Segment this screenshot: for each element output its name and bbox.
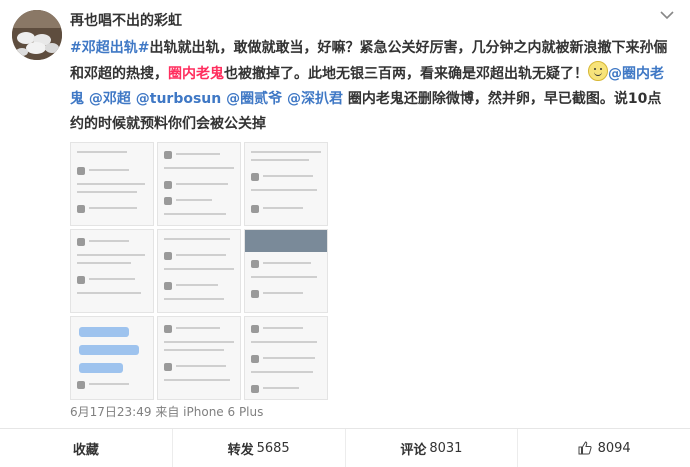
- post-time[interactable]: 6月17日23:49: [70, 405, 152, 419]
- image-gallery[interactable]: [70, 142, 328, 400]
- hashtag-link[interactable]: #邓超出轨#: [70, 40, 149, 56]
- post-text-segment: 也被撤掉了。此地无银三百两，看来确是邓超出轨无疑了！: [224, 66, 588, 82]
- post-source[interactable]: iPhone 6 Plus: [183, 405, 263, 419]
- highlight-link[interactable]: 圈内老鬼: [168, 66, 224, 82]
- favorite-button[interactable]: 收藏: [0, 429, 173, 467]
- comment-label: 评论: [400, 442, 427, 458]
- screenshot-image[interactable]: [157, 229, 241, 313]
- thumbs-up-icon: [578, 441, 592, 455]
- post-text: #邓超出轨#出轨就出轨，敢做就敢当，好嘛？紧急公关好厉害，几分钟之内就被新浪撤下…: [70, 36, 670, 137]
- screenshot-image[interactable]: [157, 142, 241, 226]
- screenshot-image[interactable]: [244, 316, 328, 400]
- like-button[interactable]: 8094: [518, 429, 690, 467]
- comment-button[interactable]: 评论 8031: [346, 429, 519, 467]
- mention-link[interactable]: @邓超: [89, 91, 131, 107]
- like-count: 8094: [597, 440, 631, 456]
- screenshot-image[interactable]: [70, 142, 154, 226]
- screenshot-image[interactable]: [244, 229, 328, 313]
- action-bar: 收藏 转发 5685 评论 8031 8094: [0, 429, 690, 467]
- mention-link[interactable]: @深扒君: [287, 91, 343, 107]
- username[interactable]: 再也唱不出的彩虹: [70, 10, 182, 30]
- screenshot-image[interactable]: [157, 316, 241, 400]
- repost-label: 转发: [227, 442, 254, 458]
- mention-link[interactable]: @turbosun: [136, 91, 221, 107]
- repost-count: 5685: [256, 440, 290, 456]
- smile-emoji-icon: [588, 61, 608, 81]
- screenshot-image[interactable]: [244, 142, 328, 226]
- repost-button[interactable]: 转发 5685: [173, 429, 346, 467]
- chevron-down-icon[interactable]: [660, 8, 674, 24]
- favorite-label: 收藏: [72, 442, 99, 458]
- mention-link[interactable]: @圈贰爷: [226, 91, 282, 107]
- screenshot-image[interactable]: [70, 229, 154, 313]
- weibo-post-card: 再也唱不出的彩虹 #邓超出轨#出轨就出轨，敢做就敢当，好嘛？紧急公关好厉害，几分…: [0, 0, 690, 467]
- avatar[interactable]: [12, 10, 62, 60]
- screenshot-image[interactable]: [70, 316, 154, 400]
- post-meta: 6月17日23:49 来自 iPhone 6 Plus: [70, 403, 263, 420]
- comment-count: 8031: [429, 440, 463, 456]
- source-label: 来自: [155, 405, 180, 419]
